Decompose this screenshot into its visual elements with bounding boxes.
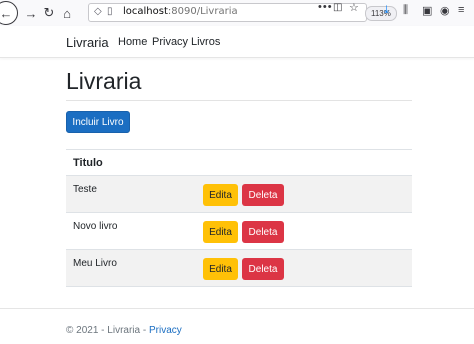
edit-button[interactable]: Edita xyxy=(203,221,238,243)
zoom-level-badge[interactable]: 113% xyxy=(365,6,397,21)
book-title: Novo livro xyxy=(73,221,118,232)
book-title: Teste xyxy=(73,184,97,195)
nav-link-home[interactable]: Home xyxy=(118,36,147,48)
footer-privacy-link[interactable]: Privacy xyxy=(149,325,182,336)
table-row: Novo livro Edita Deleta xyxy=(66,213,412,250)
delete-button[interactable]: Deleta xyxy=(242,258,284,280)
edit-button[interactable]: Edita xyxy=(203,258,238,280)
bookmark-star-icon[interactable]: ☆ xyxy=(349,1,359,14)
books-table: Titulo Teste Edita Deleta Novo livro Edi… xyxy=(66,149,412,287)
delete-button[interactable]: Deleta xyxy=(242,184,284,206)
sidebar-icon[interactable]: ▣ xyxy=(422,4,432,17)
page-icon[interactable]: ▯ xyxy=(107,6,113,17)
nav-link-privacy[interactable]: Privacy xyxy=(152,36,188,48)
nav-link-livros[interactable]: Livros xyxy=(191,36,220,48)
pocket-icon[interactable]: ◫ xyxy=(333,2,342,13)
back-icon[interactable]: ← xyxy=(0,1,18,25)
forward-icon[interactable]: → xyxy=(21,3,41,23)
home-icon[interactable]: ⌂ xyxy=(57,3,77,23)
more-actions-icon[interactable]: ••• xyxy=(318,1,333,13)
book-title: Meu Livro xyxy=(73,258,117,269)
menu-icon[interactable]: ≡ xyxy=(458,4,464,16)
page-title: Livraria xyxy=(66,68,142,94)
footer-text: © 2021 - Livraria - xyxy=(66,325,149,336)
library-icon[interactable]: ⫼ xyxy=(403,4,408,17)
edit-button[interactable]: Edita xyxy=(203,184,238,206)
column-header-titulo: Titulo xyxy=(66,149,412,176)
account-icon[interactable]: ◉ xyxy=(440,4,450,17)
app-navbar: Livraria Home Privacy Livros xyxy=(0,26,474,58)
table-row: Teste Edita Deleta xyxy=(66,176,412,213)
title-divider xyxy=(66,100,412,101)
reload-icon[interactable]: ↻ xyxy=(39,3,59,23)
url-text[interactable]: localhost:8090/Livraria xyxy=(123,6,238,17)
url-path: :8090/Livraria xyxy=(167,6,238,17)
navbar-brand[interactable]: Livraria xyxy=(66,35,109,50)
browser-toolbar: ← → ↻ ⌂ ◇ ▯ localhost:8090/Livraria 113%… xyxy=(0,0,474,27)
table-row: Meu Livro Edita Deleta xyxy=(66,250,412,287)
footer-divider xyxy=(0,308,474,309)
footer: © 2021 - Livraria - Privacy xyxy=(66,325,182,336)
download-icon[interactable]: ⤓ xyxy=(384,4,389,17)
shield-icon[interactable]: ◇ xyxy=(94,6,102,17)
delete-button[interactable]: Deleta xyxy=(242,221,284,243)
add-book-button[interactable]: Incluir Livro xyxy=(66,111,130,133)
url-host: localhost xyxy=(123,6,168,17)
